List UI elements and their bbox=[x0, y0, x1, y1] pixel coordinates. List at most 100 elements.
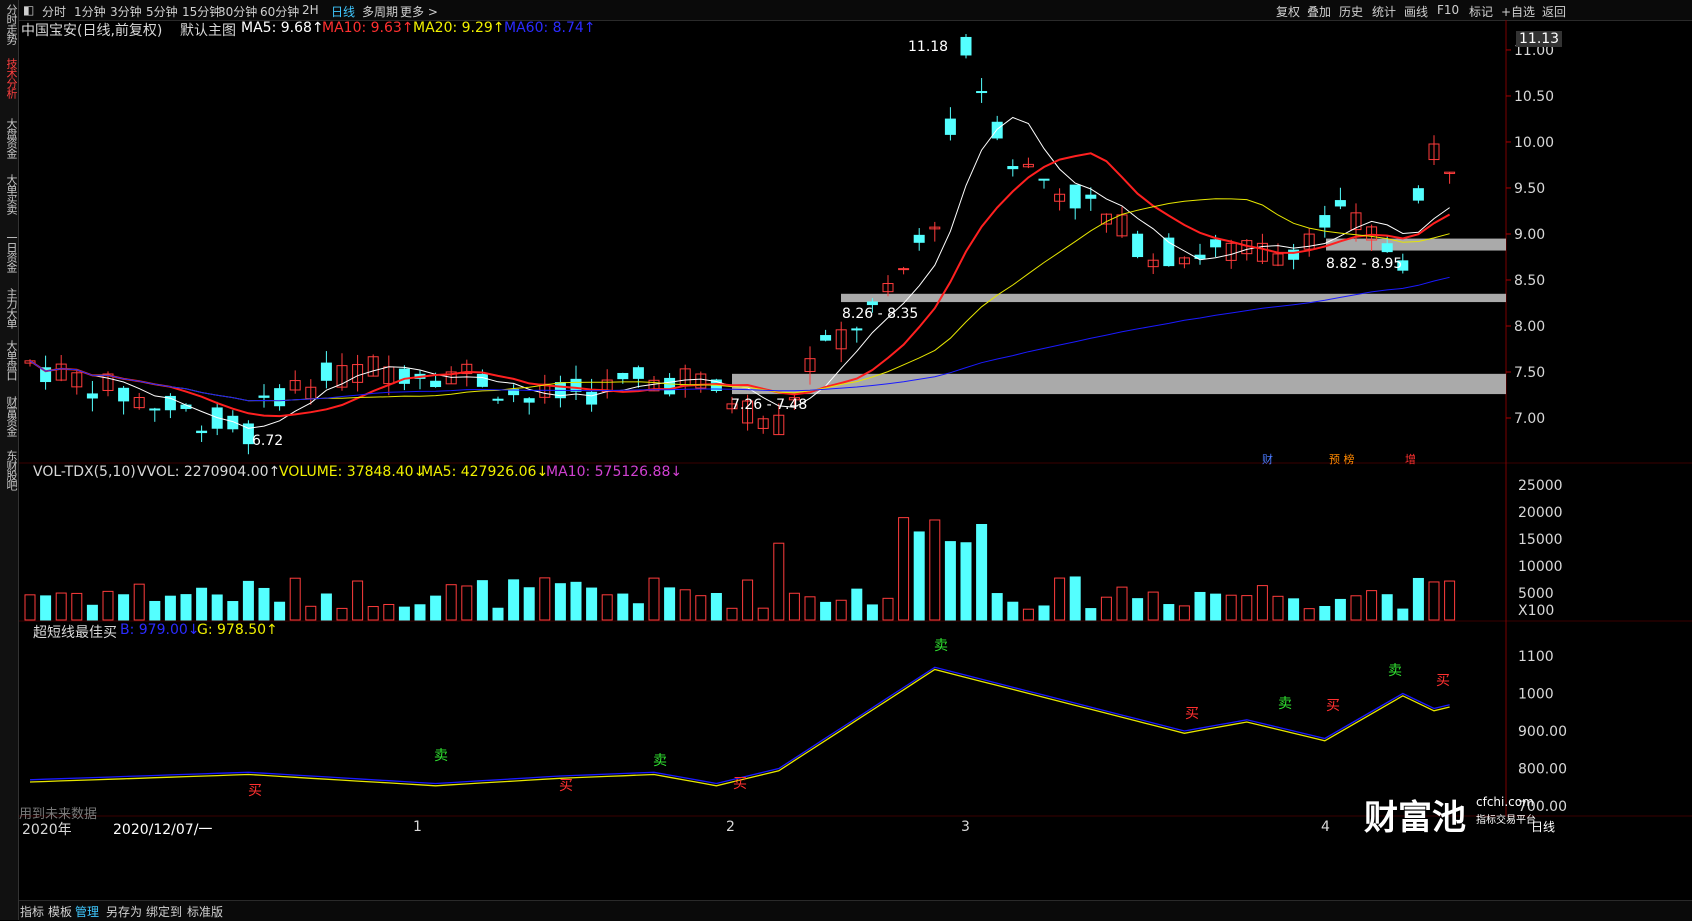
sidebar-tab-6[interactable]: 大单盘口 bbox=[1, 340, 18, 380]
volume-bar bbox=[976, 523, 988, 621]
period-tab-4[interactable]: 15分钟 bbox=[182, 3, 221, 20]
period-tab-8[interactable]: 日线 bbox=[331, 3, 355, 20]
toolbar-right-1[interactable]: 叠加 bbox=[1307, 3, 1331, 20]
volume-bar bbox=[1303, 608, 1315, 621]
sub-axis-tick: 800.00 bbox=[1518, 762, 1567, 778]
candle-body bbox=[991, 121, 1003, 139]
candle-body bbox=[1381, 243, 1393, 253]
volume-bar bbox=[430, 595, 442, 621]
signal-buy: 买 bbox=[559, 778, 573, 794]
volume-bar bbox=[757, 607, 769, 621]
volume-bar bbox=[461, 585, 473, 621]
toolbar-right-2[interactable]: 历史 bbox=[1339, 3, 1363, 20]
volume-bar bbox=[523, 587, 535, 621]
toolbar-right-8[interactable]: 返回 bbox=[1542, 3, 1566, 20]
toolbar-right-0[interactable]: 复权 bbox=[1276, 3, 1300, 20]
toolbar-right-4[interactable]: 画线 bbox=[1404, 3, 1428, 20]
sub-b-line bbox=[29, 666, 1450, 785]
period-tab-2[interactable]: 3分钟 bbox=[110, 3, 142, 20]
volume-bar bbox=[492, 607, 504, 621]
volume-bar bbox=[352, 580, 364, 621]
volume-bar bbox=[835, 599, 847, 621]
volume-bar bbox=[882, 597, 894, 621]
volume-bar bbox=[664, 587, 676, 621]
volume-bar bbox=[398, 606, 410, 621]
volume-bar bbox=[211, 594, 223, 621]
volume-bar bbox=[913, 531, 925, 621]
top-toolbar: ◧ 分时 1分钟 3分钟 5分钟 15分钟 30分钟 60分钟 2H 日线 多周期 更多 > 复权 叠加历… bbox=[19, 0, 1692, 21]
candle-body bbox=[258, 395, 270, 398]
volume-bar bbox=[24, 594, 36, 621]
period-tab-5[interactable]: 30分钟 bbox=[218, 3, 257, 20]
period-tab-6[interactable]: 60分钟 bbox=[260, 3, 299, 20]
candle-body bbox=[960, 36, 972, 56]
volume-bar bbox=[1428, 581, 1440, 621]
candle-body bbox=[586, 391, 598, 405]
volume-axis-tick: 20000 bbox=[1518, 505, 1563, 521]
toolbar-right-6[interactable]: 标记 bbox=[1469, 3, 1493, 20]
volume-bar bbox=[118, 594, 130, 621]
sidebar-tab-2[interactable]: 大盘资金 bbox=[1, 118, 18, 158]
period-tab-0[interactable]: 分时 bbox=[42, 3, 66, 20]
volume-bar bbox=[1444, 580, 1456, 621]
volume-bar bbox=[1054, 577, 1066, 621]
stock-chart[interactable]: 11.00 10.50 10.00 9.50 9.00 8.50 8.00 7.50 7.00 2… bbox=[19, 20, 1692, 900]
candle-body bbox=[617, 372, 629, 380]
sidebar-tab-7[interactable]: 财富资金 bbox=[1, 396, 18, 436]
volume-bar bbox=[726, 607, 738, 621]
bottom-toolbar: 指标 模板 管理 另存为 绑定到 标准版 bbox=[19, 900, 1692, 921]
volume-bar bbox=[804, 596, 816, 621]
period-tab-9[interactable]: 多周期 bbox=[362, 3, 398, 20]
bottom-item-5[interactable]: 标准版 bbox=[187, 903, 223, 920]
sidebar-tab-3[interactable]: 大单买卖 bbox=[1, 174, 18, 214]
volume-bar bbox=[742, 579, 754, 621]
volume-bar bbox=[710, 592, 722, 621]
period-tab-10[interactable]: 更多 > bbox=[400, 3, 438, 20]
volume-bar bbox=[788, 592, 800, 621]
sidebar-tab-8[interactable]: 东财股吧 bbox=[1, 450, 18, 490]
candle-body bbox=[1412, 188, 1424, 201]
toolbar-right-3[interactable]: 统计 bbox=[1372, 3, 1396, 20]
sub-axis-tick: 900.00 bbox=[1518, 724, 1567, 740]
period-tab-7[interactable]: 2H bbox=[302, 3, 319, 17]
candle-body bbox=[570, 378, 582, 392]
candle-body bbox=[523, 398, 535, 403]
sub-axis-tick: 1000 bbox=[1518, 687, 1554, 703]
signal-sell: 卖 bbox=[1278, 696, 1292, 712]
signal-sell: 卖 bbox=[1388, 663, 1402, 679]
sidebar-tab-1[interactable]: 技术分析 bbox=[1, 58, 18, 98]
volume-bar bbox=[1100, 596, 1112, 621]
signal-sell: 卖 bbox=[934, 638, 948, 654]
candle-body bbox=[664, 377, 676, 395]
volume-bar bbox=[289, 577, 301, 621]
sidebar-tab-4[interactable]: 一日资金 bbox=[1, 232, 18, 272]
volume-bar bbox=[102, 590, 114, 621]
volume-axis-tick: X100 bbox=[1518, 603, 1554, 619]
signal-sell: 卖 bbox=[434, 748, 448, 764]
candle-body bbox=[1085, 194, 1097, 199]
bottom-item-3[interactable]: 另存为 bbox=[106, 903, 142, 920]
volume-bar bbox=[1147, 591, 1159, 621]
volume-bar bbox=[632, 603, 644, 621]
volume-bar bbox=[1366, 590, 1378, 621]
volume-bar bbox=[1132, 598, 1144, 621]
volume-bar bbox=[601, 594, 613, 621]
volume-bar bbox=[1381, 594, 1393, 621]
panel-toggle-icon[interactable]: ◧ bbox=[23, 3, 34, 17]
bottom-item-4[interactable]: 绑定到 bbox=[146, 903, 182, 920]
sidebar-tab-0[interactable]: 分时走势 bbox=[1, 4, 18, 44]
volume-bar bbox=[1350, 595, 1362, 621]
volume-bar bbox=[476, 580, 488, 621]
period-tab-1[interactable]: 1分钟 bbox=[74, 3, 106, 20]
volume-axis-tick: 15000 bbox=[1518, 532, 1563, 548]
period-tab-3[interactable]: 5分钟 bbox=[146, 3, 178, 20]
volume-bar bbox=[133, 583, 145, 621]
volume-axis-tick: 10000 bbox=[1518, 559, 1563, 575]
toolbar-right-5[interactable]: F10 bbox=[1437, 3, 1459, 17]
bottom-item-2[interactable]: 管理 bbox=[75, 903, 99, 920]
sidebar-tab-5[interactable]: 主力大单 bbox=[1, 288, 18, 328]
toolbar-right-7[interactable]: +自选 bbox=[1501, 3, 1535, 20]
bottom-item-0[interactable]: 指标 bbox=[20, 903, 44, 920]
bottom-item-1[interactable]: 模板 bbox=[48, 903, 72, 920]
candle-body bbox=[320, 362, 332, 381]
